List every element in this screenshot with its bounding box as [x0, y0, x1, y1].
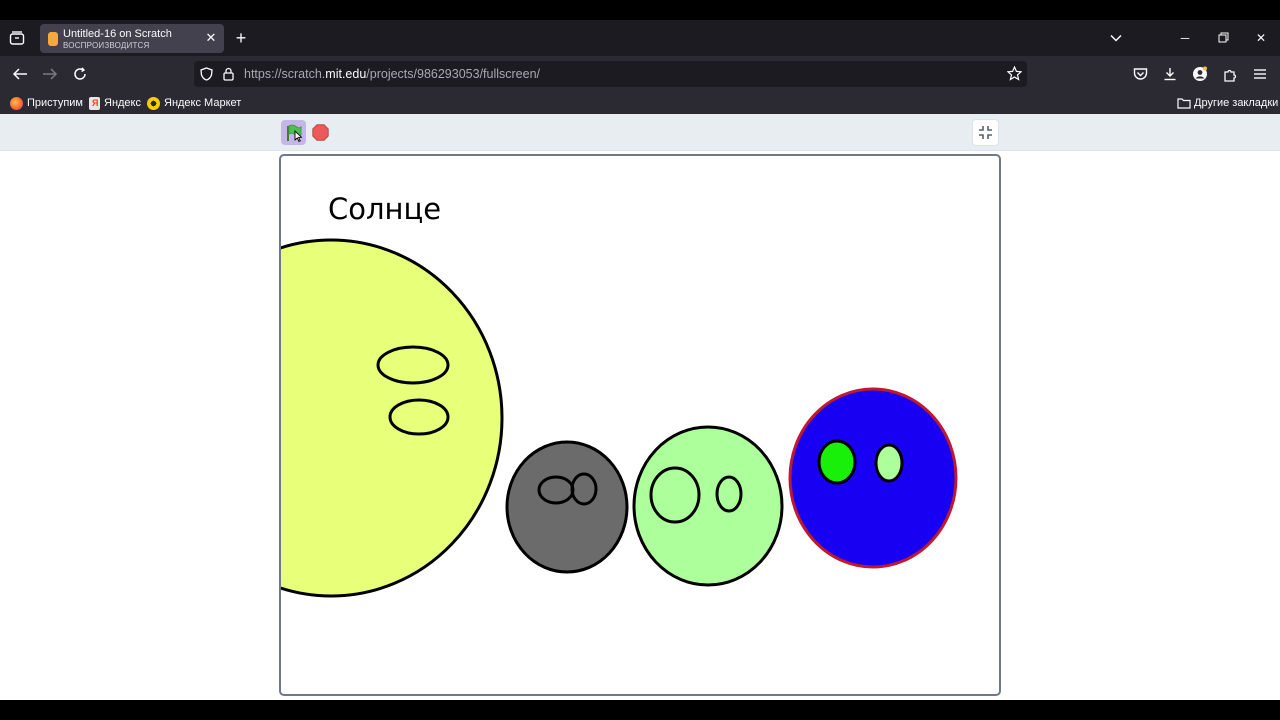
download-icon [1164, 68, 1176, 81]
navigation-toolbar: https://scratch.mit.edu/projects/9862930… [0, 56, 1280, 92]
bookmark-yandex[interactable]: Я Яндекс [89, 95, 141, 111]
screen-top-border [0, 0, 1280, 20]
tab-playing-status: ВОСПРОИЗВОДИТСЯ [63, 41, 150, 50]
scratch-favicon-icon [48, 32, 58, 46]
app-menu-button[interactable] [1250, 65, 1270, 83]
firefox-icon [10, 96, 23, 110]
back-button[interactable] [10, 65, 30, 83]
bookmark-star-icon[interactable] [1007, 66, 1022, 81]
stage-sprites [281, 238, 958, 598]
screen-bottom-border [0, 700, 1280, 720]
tab-close-icon[interactable]: ✕ [204, 31, 218, 45]
yandex-icon: Я [89, 96, 100, 110]
stop-icon [312, 124, 329, 141]
new-tab-plus-icon[interactable]: + [232, 29, 250, 47]
bookmark-pristupim[interactable]: Приступим [10, 95, 83, 111]
bookmark-label: Приступим [27, 97, 83, 109]
bookmark-yandex-market[interactable]: Яндекс Маркет [147, 95, 241, 111]
url-text[interactable]: https://scratch.mit.edu/projects/9862930… [244, 67, 540, 81]
downloads-button[interactable] [1160, 65, 1180, 83]
yandex-market-icon [147, 96, 160, 110]
reload-button[interactable] [70, 65, 90, 83]
bookmarks-toolbar: Приступим Я Яндекс Яндекс Маркет Другие … [0, 92, 1280, 114]
light-green-planet-sprite[interactable] [632, 425, 784, 587]
tab-scratch[interactable]: Untitled-16 on Scratch ВОСПРОИЗВОДИТСЯ ✕ [40, 24, 224, 53]
restore-icon[interactable] [1213, 28, 1233, 48]
bookmark-label: Яндекс [104, 97, 141, 109]
hamburger-menu-icon [1254, 69, 1266, 79]
pocket-icon [1133, 68, 1147, 80]
other-bookmarks-label: Другие закладки [1194, 97, 1279, 109]
tab-title: Untitled-16 on Scratch [63, 28, 172, 40]
account-button[interactable] [1190, 65, 1210, 83]
forward-button[interactable] [40, 65, 60, 83]
sun-label: Солнце [328, 192, 442, 226]
chevron-down-icon [1110, 34, 1122, 42]
folder-icon [1177, 98, 1191, 109]
other-bookmarks-folder[interactable]: Другие закладки [1177, 95, 1278, 111]
tab-list-button[interactable] [6, 28, 28, 48]
list-all-tabs-button[interactable] [1108, 30, 1124, 46]
green-flag-icon [286, 124, 303, 142]
pocket-button[interactable] [1130, 65, 1150, 83]
bookmark-label: Яндекс Маркет [164, 97, 242, 109]
sun-sprite[interactable] [281, 238, 504, 598]
exit-fullscreen-button[interactable] [972, 119, 999, 146]
scratch-stage[interactable]: Солнце [279, 154, 1001, 696]
stop-button[interactable] [312, 124, 329, 141]
lock-icon[interactable] [223, 67, 234, 81]
address-bar[interactable]: https://scratch.mit.edu/projects/9862930… [194, 61, 1027, 87]
exit-fullscreen-icon [979, 126, 992, 139]
tracking-protection-shield-icon[interactable] [200, 67, 213, 81]
reload-icon [74, 67, 86, 80]
minimize-icon[interactable]: ─ [1175, 28, 1195, 48]
puzzle-piece-icon [1223, 69, 1236, 82]
arrow-left-icon [12, 68, 27, 80]
extensions-button[interactable] [1220, 65, 1240, 83]
arrow-right-icon [43, 68, 58, 80]
stage-controls-bar [0, 114, 1280, 151]
grey-planet-sprite[interactable] [505, 440, 629, 574]
account-icon [1193, 66, 1207, 81]
green-flag-button[interactable] [281, 120, 306, 145]
close-window-icon[interactable]: ✕ [1251, 28, 1271, 48]
blue-planet-sprite[interactable] [788, 387, 958, 569]
tab-strip: Untitled-16 on Scratch ВОСПРОИЗВОДИТСЯ ✕… [0, 20, 1280, 56]
scratch-fullscreen-page: Солнце [0, 114, 1280, 700]
tab-list-icon [9, 31, 25, 45]
